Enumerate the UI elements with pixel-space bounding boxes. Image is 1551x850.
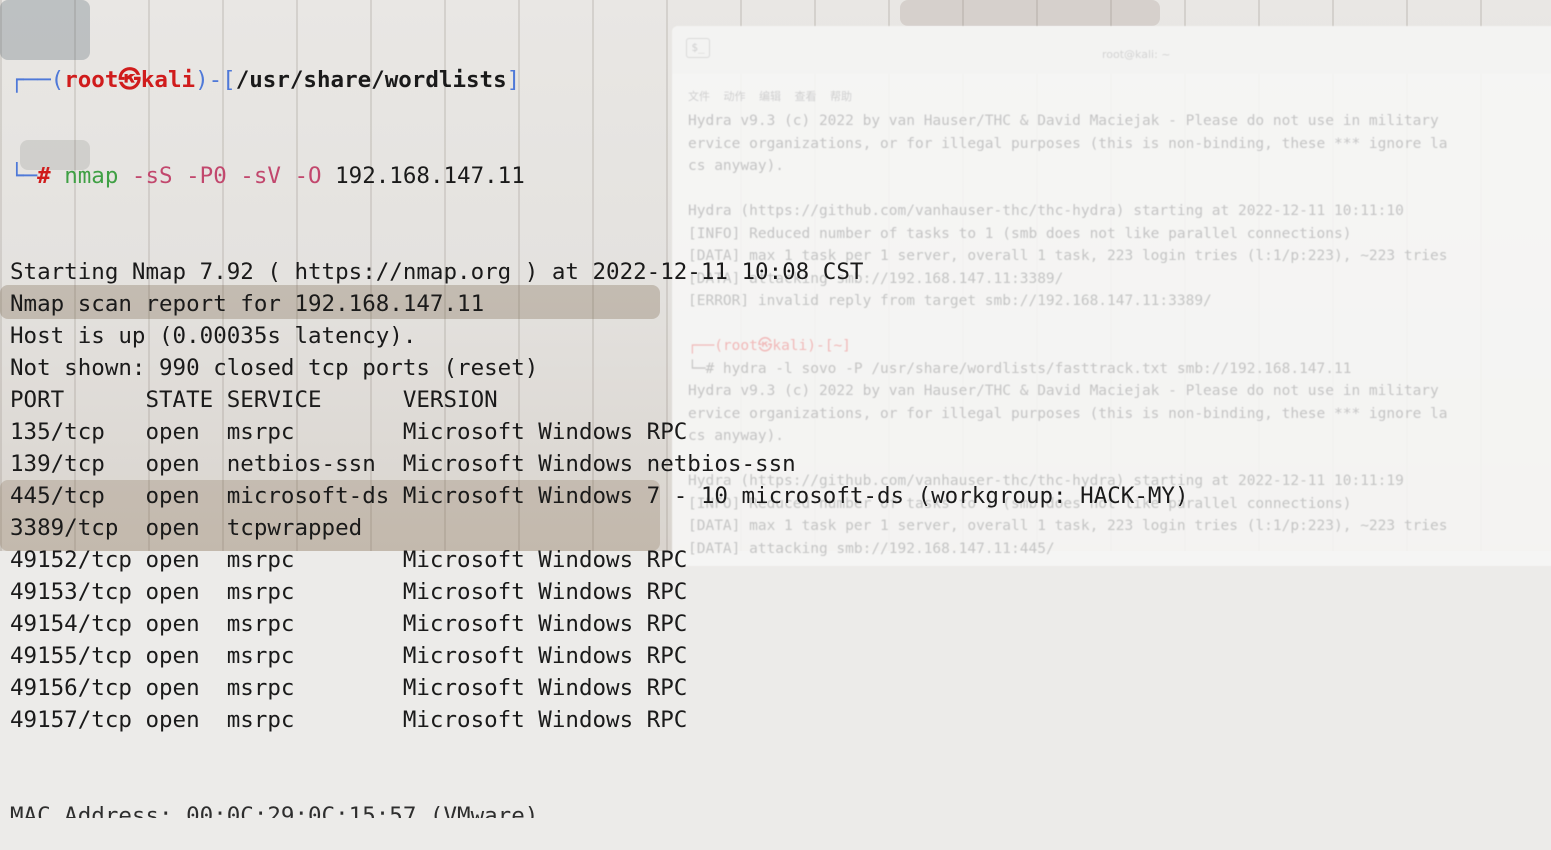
command-flag: -P0	[186, 163, 227, 189]
output-line: 135/tcp open msrpc Microsoft Windows RPC	[10, 419, 688, 445]
prompt-cwd: /usr/share/wordlists	[235, 67, 507, 93]
prompt-bracket-close: ]	[506, 67, 521, 93]
output-line: 49154/tcp open msrpc Microsoft Windows R…	[10, 611, 688, 637]
output-line: Starting Nmap 7.92 ( https://nmap.org ) …	[10, 259, 864, 285]
prompt-prefix: └─	[10, 163, 38, 189]
prompt-line-2: └─# nmap -sS -P0 -sV -O 192.168.147.11	[10, 160, 1189, 192]
prompt-user-host: root㉿kali	[64, 67, 196, 93]
prompt-line-1: ┌──(root㉿kali)-[/usr/share/wordlists]	[10, 64, 1189, 96]
output-line: 49155/tcp open msrpc Microsoft Windows R…	[10, 643, 688, 669]
nmap-output: Starting Nmap 7.92 ( https://nmap.org ) …	[10, 256, 1189, 736]
terminal-output[interactable]: ┌──(root㉿kali)-[/usr/share/wordlists] └─…	[10, 0, 1189, 850]
output-line: 49157/tcp open msrpc Microsoft Windows R…	[10, 707, 688, 733]
command-flag: -sS	[131, 163, 173, 189]
output-line-cutoff: MAC Address: 00:0C:29:0C:15:57 (VMware)	[10, 803, 539, 818]
output-line: 3389/tcp open tcpwrapped	[10, 515, 363, 541]
output-line: 49153/tcp open msrpc Microsoft Windows R…	[10, 579, 688, 605]
command-flag: -sV	[240, 163, 281, 189]
output-line: Not shown: 990 closed tcp ports (reset)	[10, 355, 539, 381]
command-name: nmap	[64, 163, 119, 189]
output-line: 445/tcp open microsoft-ds Microsoft Wind…	[10, 483, 1189, 509]
output-line: Host is up (0.00035s latency).	[10, 323, 417, 349]
output-line: PORT STATE SERVICE VERSION	[10, 387, 498, 413]
command-flag: -O	[294, 163, 322, 189]
output-line: 49152/tcp open msrpc Microsoft Windows R…	[10, 547, 688, 573]
prompt-bracket: ┌──(	[10, 67, 65, 93]
command-target: 192.168.147.11	[335, 163, 525, 189]
output-line: Nmap scan report for 192.168.147.11	[10, 291, 485, 317]
prompt-separator: )-[	[195, 67, 236, 93]
output-line: 49156/tcp open msrpc Microsoft Windows R…	[10, 675, 688, 701]
prompt-hash: #	[37, 163, 51, 189]
output-line: 139/tcp open netbios-ssn Microsoft Windo…	[10, 451, 796, 477]
